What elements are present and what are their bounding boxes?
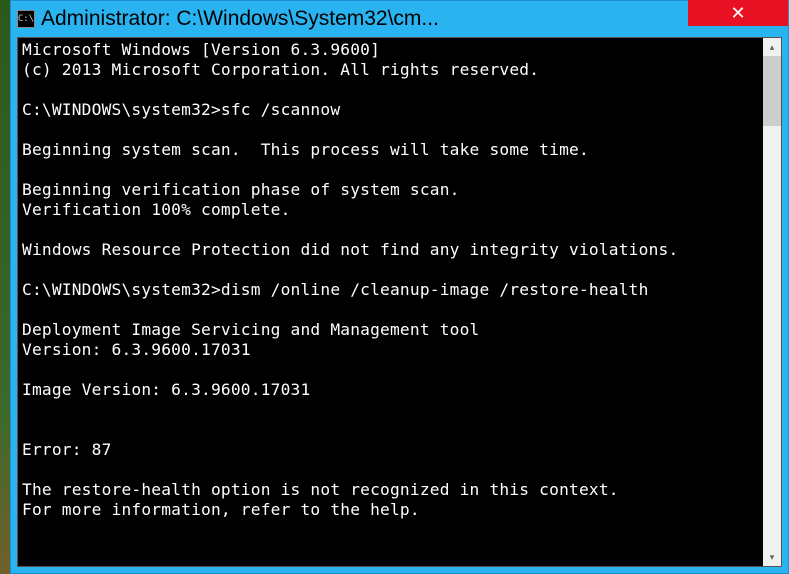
scrollbar-thumb[interactable] [763, 56, 781, 126]
console-line: C:\WINDOWS\system32>dism /online /cleanu… [22, 280, 759, 300]
console-line: C:\WINDOWS\system32>sfc /scannow [22, 100, 759, 120]
command-prompt-window: C:\ Administrator: C:\Windows\System32\c… [10, 0, 789, 574]
console-line: Beginning system scan. This process will… [22, 140, 759, 160]
console-line [22, 400, 759, 420]
close-button[interactable]: ✕ [688, 0, 788, 26]
console-line [22, 160, 759, 180]
scroll-up-button[interactable]: ▴ [763, 38, 781, 56]
console-area: Microsoft Windows [Version 6.3.9600](c) … [17, 37, 782, 567]
console-line: For more information, refer to the help. [22, 500, 759, 520]
scrollbar-track[interactable] [763, 56, 781, 548]
console-line [22, 120, 759, 140]
chevron-up-icon: ▴ [770, 42, 775, 53]
console-line: Deployment Image Servicing and Managemen… [22, 320, 759, 340]
console-line: Error: 87 [22, 440, 759, 460]
console-line: Image Version: 6.3.9600.17031 [22, 380, 759, 400]
window-title: Administrator: C:\Windows\System32\cm... [41, 7, 688, 31]
app-icon: C:\ [17, 10, 35, 28]
titlebar[interactable]: C:\ Administrator: C:\Windows\System32\c… [11, 1, 788, 37]
console-line [22, 260, 759, 280]
vertical-scrollbar[interactable]: ▴ ▾ [763, 38, 781, 566]
console-line: Microsoft Windows [Version 6.3.9600] [22, 40, 759, 60]
console-line [22, 460, 759, 480]
console-line: Verification 100% complete. [22, 200, 759, 220]
console-line [22, 420, 759, 440]
console-line: Version: 6.3.9600.17031 [22, 340, 759, 360]
console-line [22, 360, 759, 380]
console-output[interactable]: Microsoft Windows [Version 6.3.9600](c) … [18, 38, 763, 566]
console-line: Beginning verification phase of system s… [22, 180, 759, 200]
console-line: (c) 2013 Microsoft Corporation. All righ… [22, 60, 759, 80]
console-line [22, 300, 759, 320]
chevron-down-icon: ▾ [770, 552, 775, 563]
close-icon: ✕ [730, 3, 745, 24]
window-controls: ✕ [688, 0, 788, 28]
console-line: The restore-health option is not recogni… [22, 480, 759, 500]
console-line [22, 220, 759, 240]
scroll-down-button[interactable]: ▾ [763, 548, 781, 566]
console-line [22, 80, 759, 100]
console-line: Windows Resource Protection did not find… [22, 240, 759, 260]
